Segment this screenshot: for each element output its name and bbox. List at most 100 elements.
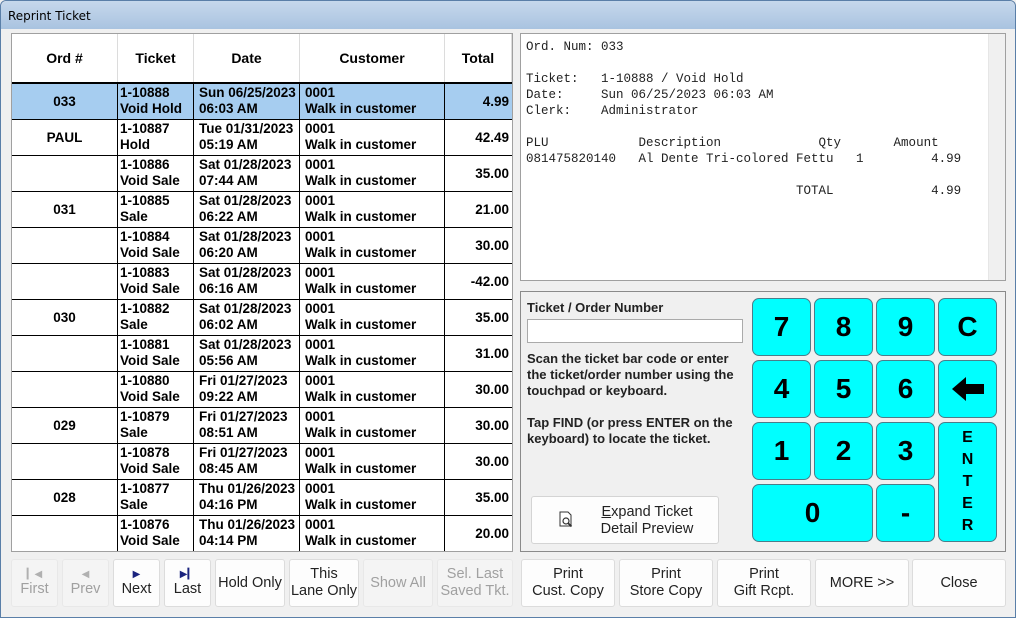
hold-only-button[interactable]: Hold Only — [215, 559, 285, 607]
next-label: Next — [121, 580, 152, 597]
ticket-date: Sat 01/28/2023 — [199, 301, 292, 316]
close-button[interactable]: Close — [912, 559, 1006, 607]
cell-date: Sun 06/25/2023 06:03 AM — [194, 84, 300, 119]
keypad-dash[interactable]: - — [876, 484, 935, 542]
cell-ord — [12, 444, 118, 479]
column-header-total[interactable]: Total — [445, 34, 512, 82]
table-row[interactable]: 033 1-10888 Void Hold Sun 06/25/2023 06:03 A… — [12, 84, 512, 120]
cell-customer: 0001 Walk in customer — [300, 408, 445, 443]
hold-only-label: Hold Only — [218, 574, 282, 591]
customer-name: Walk in customer — [305, 425, 417, 440]
cell-customer: 0001 Walk in customer — [300, 264, 445, 299]
this-lane-only-button[interactable]: This Lane Only — [289, 559, 359, 607]
ticket-number: 1-10881 — [120, 337, 170, 352]
ticket-preview: Ord. Num: 033 Ticket: 1-10888 / Void Hold… — [520, 33, 1006, 281]
column-header-date[interactable]: Date — [194, 34, 300, 82]
prev-button[interactable]: ◀ Prev — [62, 559, 109, 607]
keypad-3[interactable]: 3 — [876, 422, 935, 480]
column-header-ticket[interactable]: Ticket — [118, 34, 194, 82]
preview-line: Clerk: Administrator — [526, 104, 699, 118]
keypad-5[interactable]: 5 — [814, 360, 873, 418]
cell-date: Sat 01/28/2023 06:02 AM — [194, 300, 300, 335]
customer-name: Walk in customer — [305, 389, 417, 404]
expand-ticket-detail-button[interactable]: Expand Ticket Detail Preview — [531, 496, 719, 544]
cell-customer: 0001 Walk in customer — [300, 120, 445, 155]
ticket-number: 1-10877 — [120, 481, 170, 496]
table-row[interactable]: 1-10883 Void Sale Sat 01/28/2023 06:16 AM 00… — [12, 264, 512, 300]
preview-line: PLU Description Qty Amount — [526, 136, 939, 150]
next-button[interactable]: ▶ Next — [113, 559, 160, 607]
customer-id: 0001 — [305, 373, 336, 388]
select-last-saved-ticket-button[interactable]: Sel. Last Saved Tkt. — [437, 559, 513, 607]
cell-ord — [12, 516, 118, 551]
ticket-date: Sun 06/25/2023 — [199, 85, 296, 100]
keypad-8[interactable]: 8 — [814, 298, 873, 356]
preview-line: Ticket: 1-10888 / Void Hold — [526, 72, 744, 86]
ticket-number: 1-10888 — [120, 85, 170, 100]
customer-name: Walk in customer — [305, 137, 417, 152]
keypad-6[interactable]: 6 — [876, 360, 935, 418]
expand-label-line2: Detail Preview — [600, 521, 694, 537]
preview-scrollbar[interactable] — [988, 34, 1005, 280]
last-label: Last — [173, 580, 202, 597]
table-row[interactable]: 1-10876 Void Sale Thu 01/26/2023 04:14 PM 00… — [12, 516, 512, 551]
keypad-7[interactable]: 7 — [752, 298, 811, 356]
ticket-number-input[interactable] — [527, 319, 743, 343]
cell-customer: 0001 Walk in customer — [300, 228, 445, 263]
table-row[interactable]: 1-10880 Void Sale Fri 01/27/2023 09:22 AM 00… — [12, 372, 512, 408]
cell-customer: 0001 Walk in customer — [300, 192, 445, 227]
table-row[interactable]: 1-10881 Void Sale Sat 01/28/2023 05:56 AM 00… — [12, 336, 512, 372]
ticket-type: Hold — [120, 137, 150, 152]
customer-id: 0001 — [305, 337, 336, 352]
keypad-0[interactable]: 0 — [752, 484, 873, 542]
column-header-ord[interactable]: Ord # — [12, 34, 118, 82]
table-row[interactable]: 1-10886 Void Sale Sat 01/28/2023 07:44 AM 00… — [12, 156, 512, 192]
customer-name: Walk in customer — [305, 245, 417, 260]
more-button[interactable]: MORE >> — [815, 559, 909, 607]
ticket-time: 06:22 AM — [199, 209, 258, 224]
ticket-time: 08:51 AM — [199, 425, 258, 440]
cell-ord: PAUL — [12, 120, 118, 155]
cell-ticket: 1-10886 Void Sale — [118, 156, 194, 191]
print-gift-receipt-button[interactable]: Print Gift Rcpt. — [717, 559, 811, 607]
ticket-number: 1-10885 — [120, 193, 170, 208]
keypad-clear[interactable]: C — [938, 298, 997, 356]
table-row[interactable]: 031 1-10885 Sale Sat 01/28/2023 06:22 AM 0001… — [12, 192, 512, 228]
cell-total: 30.00 — [475, 237, 509, 253]
cell-ord: 030 — [12, 300, 118, 335]
show-all-button[interactable]: Show All — [363, 559, 433, 607]
keypad-1[interactable]: 1 — [752, 422, 811, 480]
preview-line: Date: Sun 06/25/2023 06:03 AM — [526, 88, 774, 102]
first-button[interactable]: ▎◀ First — [11, 559, 58, 607]
table-row[interactable]: 028 1-10877 Sale Thu 01/26/2023 04:16 PM 0001… — [12, 480, 512, 516]
customer-id: 0001 — [305, 409, 336, 424]
keypad-4[interactable]: 4 — [752, 360, 811, 418]
table-row[interactable]: PAUL 1-10887 Hold Tue 01/31/2023 05:19 AM 000… — [12, 120, 512, 156]
keypad-2[interactable]: 2 — [814, 422, 873, 480]
ticket-time: 06:03 AM — [199, 101, 258, 116]
keypad-9[interactable]: 9 — [876, 298, 935, 356]
ticket-number: 1-10882 — [120, 301, 170, 316]
last-button[interactable]: ▶▎ Last — [164, 559, 211, 607]
preview-line — [526, 119, 961, 135]
print-store-label-1: Print — [651, 566, 681, 582]
table-row[interactable]: 1-10884 Void Sale Sat 01/28/2023 06:20 AM 00… — [12, 228, 512, 264]
table-row[interactable]: 1-10878 Void Sale Fri 01/27/2023 08:45 AM 00… — [12, 444, 512, 480]
ticket-time: 05:56 AM — [199, 353, 258, 368]
ticket-grid: Ord # Ticket Date Customer Total 033 1-10… — [11, 33, 513, 552]
cell-ticket: 1-10878 Void Sale — [118, 444, 194, 479]
ticket-type: Void Sale — [120, 533, 180, 548]
print-customer-copy-button[interactable]: Print Cust. Copy — [521, 559, 615, 607]
enter-letter: T — [962, 473, 973, 490]
window-content: Ord # Ticket Date Customer Total 033 1-10… — [3, 29, 1013, 617]
keypad-backspace[interactable] — [938, 360, 997, 418]
cell-ticket: 1-10885 Sale — [118, 192, 194, 227]
keypad-enter[interactable]: E N T E R — [938, 422, 997, 542]
customer-name: Walk in customer — [305, 101, 417, 116]
ticket-entry-panel: Ticket / Order Number Scan the ticket ba… — [520, 291, 1006, 552]
column-header-customer[interactable]: Customer — [300, 34, 445, 82]
customer-name: Walk in customer — [305, 209, 417, 224]
table-row[interactable]: 030 1-10882 Sale Sat 01/28/2023 06:02 AM 0001… — [12, 300, 512, 336]
table-row[interactable]: 029 1-10879 Sale Fri 01/27/2023 08:51 AM 0001… — [12, 408, 512, 444]
print-store-copy-button[interactable]: Print Store Copy — [619, 559, 713, 607]
